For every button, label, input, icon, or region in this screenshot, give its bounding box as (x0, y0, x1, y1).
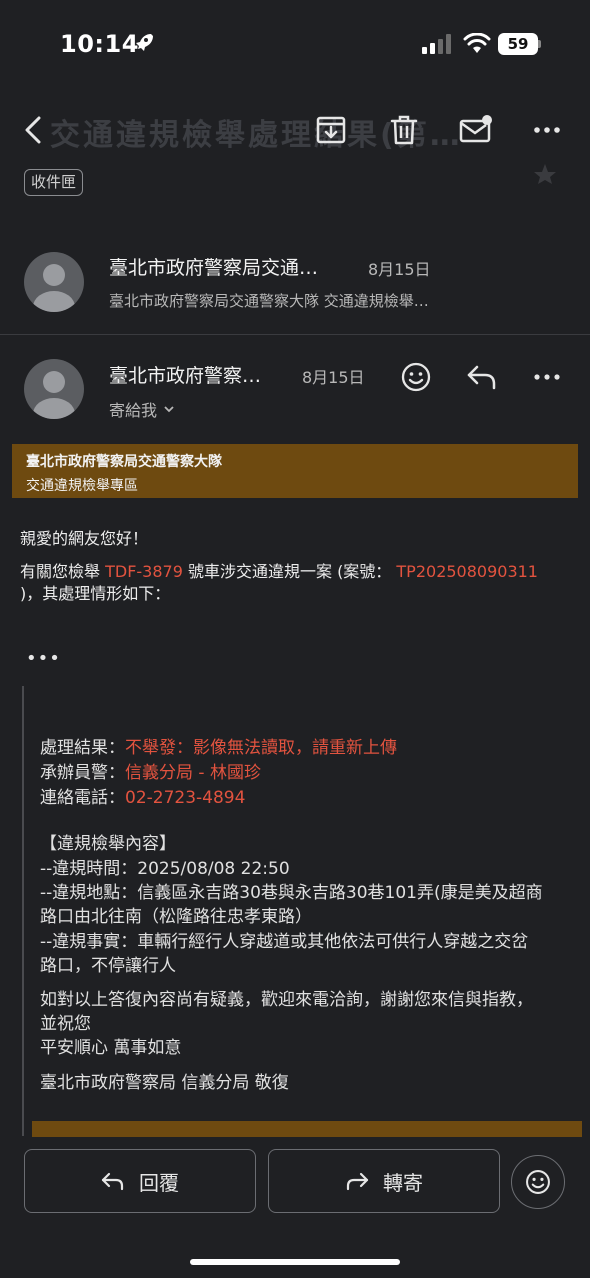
phone-link[interactable]: 02-2723-4894 (125, 788, 245, 808)
trash-icon[interactable] (386, 112, 422, 148)
plate-number: TDF-3879 (105, 562, 183, 581)
banner-subtitle: 交通違規檢舉專區 (26, 478, 138, 494)
emoji-react-icon[interactable] (400, 361, 432, 393)
forward-button[interactable]: 轉寄 (268, 1149, 500, 1213)
section-title: 【違規檢舉內容】 (40, 834, 176, 854)
message-banner: 臺北市政府警察局交通警察大隊 交通違規檢舉專區 (12, 444, 578, 498)
forward-label: 轉寄 (383, 1170, 423, 1195)
home-indicator[interactable] (190, 1259, 400, 1265)
phone-label: 連絡電話： (40, 788, 125, 808)
officer-row: 承辦員警：信義分局 - 林國珍 (40, 761, 261, 785)
closing-line2: 並祝您 (40, 1014, 91, 1034)
violation-fact-line2: 路口，不停讓行人 (40, 956, 176, 976)
thread-divider (0, 334, 590, 335)
emoji-reaction-button[interactable] (511, 1155, 565, 1209)
violation-time: --違規時間：2025/08/08 22:50 (40, 859, 290, 879)
back-icon[interactable] (16, 112, 52, 148)
result-value: 不舉發：影像無法讀取，請重新上傳 (125, 738, 397, 758)
wifi-icon (463, 33, 491, 53)
violation-fact-line1: --違規事實：車輛行經行人穿越道或其他依法可供行人穿越之交岔 (40, 932, 529, 952)
violation-place-line1: --違規地點：信義區永吉路30巷與永吉路30巷101弄(康是美及超商 (40, 883, 543, 903)
reply-icon[interactable] (465, 362, 499, 392)
closing-line3: 平安順心 萬事如意 (40, 1038, 182, 1058)
mark-unread-icon[interactable] (458, 112, 494, 148)
status-time: 10:14 (60, 30, 139, 58)
more-options-icon[interactable] (529, 112, 565, 148)
banner-title: 臺北市政府警察局交通警察大隊 (26, 454, 222, 470)
cell-signal-icon (422, 34, 451, 54)
sender-avatar[interactable] (24, 252, 84, 312)
thread-date: 8月15日 (368, 260, 431, 279)
chevron-down-icon (164, 406, 174, 413)
reply-button[interactable]: 回覆 (24, 1149, 256, 1213)
message-more-icon[interactable] (530, 362, 564, 392)
inbox-label-chip[interactable]: 收件匣 (24, 169, 84, 196)
reply-arrow-icon (101, 1172, 124, 1191)
battery-indicator: 59 (498, 33, 542, 55)
paragraph-text-a: 有關您檢舉 (20, 562, 106, 581)
sender-avatar[interactable] (24, 359, 84, 419)
battery-level: 59 (498, 33, 538, 55)
smiley-icon (526, 1170, 550, 1194)
rocket-icon (136, 34, 153, 51)
violation-place-line2: 路口由北往南（松隆路往忠孝東路） (40, 907, 312, 927)
show-quoted-text-button[interactable]: ••• (26, 648, 61, 669)
thread-preview[interactable]: 臺北市政府警察局交通警察大隊 交通違規檢舉… (109, 290, 429, 311)
message-paragraph: 有關您檢舉 TDF-3879 號車涉交通違規一案 (案號： TP20250809… (20, 561, 580, 605)
result-label: 處理結果： (40, 738, 125, 758)
quote-bar (22, 686, 24, 1136)
signature: 臺北市政府警察局 信義分局 敬復 (40, 1073, 289, 1093)
paragraph-text-c: )，其處理情形如下： (20, 584, 171, 603)
message-sender[interactable]: 臺北市政府警察… (109, 361, 261, 388)
case-number: TP202508090311 (396, 562, 538, 581)
message-date: 8月15日 (302, 368, 365, 387)
footer-banner (32, 1121, 582, 1137)
phone-row: 連絡電話：02-2723-4894 (40, 786, 245, 810)
archive-icon[interactable] (313, 112, 349, 148)
forward-arrow-icon (346, 1172, 369, 1191)
greeting: 親愛的網友您好！ (20, 529, 149, 548)
closing-line1: 如對以上答復內容尚有疑義，歡迎來電洽詢，謝謝您來信與指教， (40, 990, 533, 1010)
officer-value: 信義分局 - 林國珍 (125, 763, 261, 783)
officer-label: 承辦員警： (40, 763, 125, 783)
recipient-label: 寄給我 (109, 401, 158, 420)
star-icon[interactable] (532, 164, 558, 184)
paragraph-text-b: 號車涉交通違規一案 (案號： (182, 562, 397, 581)
recipient-toggle[interactable]: 寄給我 (109, 397, 175, 421)
result-row: 處理結果：不舉發：影像無法讀取，請重新上傳 (40, 736, 397, 760)
reply-label: 回覆 (139, 1170, 179, 1195)
thread-sender[interactable]: 臺北市政府警察局交通… (109, 253, 318, 280)
